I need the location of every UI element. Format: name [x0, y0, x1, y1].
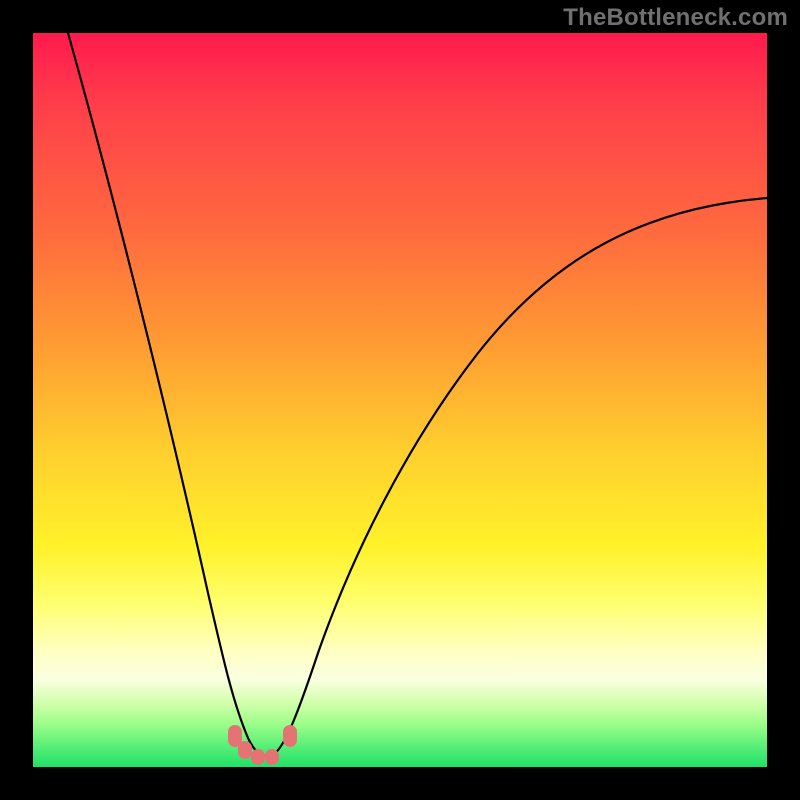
marker-dot: [238, 741, 252, 759]
chart-frame: TheBottleneck.com: [0, 0, 800, 800]
marker-dot: [251, 749, 265, 765]
watermark-text: TheBottleneck.com: [563, 4, 788, 32]
marker-dot: [283, 725, 297, 747]
marker-dot: [265, 749, 279, 765]
curve-markers: [228, 725, 297, 765]
bottleneck-curve: [68, 33, 767, 756]
bottleneck-chart: [33, 33, 767, 767]
